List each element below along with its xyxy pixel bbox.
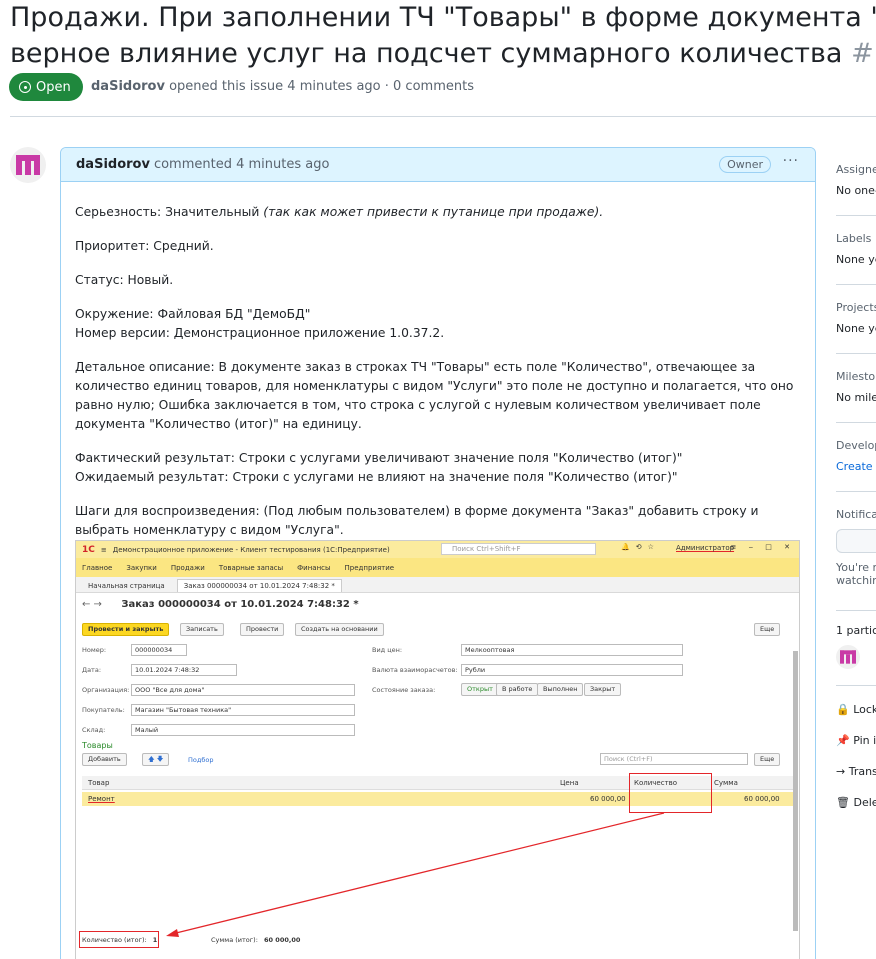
create-branch-link[interactable]: Create a branch [836,460,876,473]
severity-text: Серьезность: Значительный [75,205,264,219]
owner-badge: Owner [719,156,771,173]
transfer-issue[interactable]: → Transfer [836,765,876,778]
issue-number: #1 [851,38,876,69]
lock-icon: 🔒 [836,703,850,716]
issue-title-line2: верное влияние услуг на подсчет суммарно… [10,38,843,69]
milestone-value: No milestone [836,391,876,404]
transfer-label: Transfer [848,765,876,778]
sidebar-divider [836,215,876,216]
red-arrow-icon [166,812,665,937]
labels-heading: Labels [836,232,872,245]
sidebar-projects[interactable]: Projects None yet [836,301,876,335]
issue-opened-icon [19,81,31,93]
steps-text: Шаги для воспроизведения: (Под любым пол… [75,504,759,537]
sidebar-divider [836,610,876,611]
pin-label: Pin issue [853,734,876,747]
status-text: Статус: Новый. [75,273,174,287]
milestone-heading: Milestone [836,370,876,383]
notifications-heading: Notifications [836,508,876,521]
pin-icon: 📌 [836,734,850,747]
total-qty-label: Количество (итог): [82,936,147,944]
lock-label: Lock [853,703,876,716]
kebab-horizontal-icon[interactable]: ··· [783,153,799,169]
issue-sidebar: Assignees No one— Labels None yet Projec… [836,160,876,959]
participants-count: 1 participant [836,624,876,637]
issue-meta-text: opened this issue 4 minutes ago · 0 comm… [169,79,474,94]
sidebar-divider [836,685,876,686]
notifications-note-1: You're not [836,561,876,574]
sidebar-labels[interactable]: Labels None yet [836,232,876,266]
sidebar-divider [836,284,876,285]
avatar-identicon-icon [10,147,46,183]
expected-result-text: Ожидаемый результат: Строки с услугами н… [75,470,678,484]
comment-time[interactable]: commented 4 minutes ago [154,157,329,172]
participant-avatar-icon[interactable] [836,645,860,669]
assignees-heading: Assignees [836,163,876,176]
subscribe-button[interactable] [836,529,876,553]
actual-result-text: Фактический результат: Строки с услугами… [75,451,683,465]
total-sum-label: Сумма (итог): [211,936,258,944]
projects-heading: Projects [836,301,876,314]
scrollbar [793,651,798,931]
pin-issue[interactable]: 📌 Pin issue [836,734,876,747]
arrow-right-icon: → [836,765,846,778]
issue-state-label: Open [36,79,71,95]
sidebar-assignees[interactable]: Assignees No one— [836,163,876,197]
issue-title: Продажи. При заполнении ТЧ "Товары" в фо… [10,0,876,72]
projects-value: None yet [836,322,876,335]
trash-icon: 🗑 [836,796,850,809]
priority-text: Приоритет: Средний. [75,239,214,253]
notifications-note-2: watching [836,574,876,587]
development-heading: Development [836,439,876,452]
issue-author-link[interactable]: daSidorov [91,79,165,94]
total-qty-value: 1 [152,936,158,944]
issue-title-line1: Продажи. При заполнении ТЧ "Товары" в фо… [10,2,876,33]
description-text: Детальное описание: В документе заказ в … [75,360,794,431]
sidebar-divider [836,422,876,423]
header-divider [10,116,876,117]
labels-value: None yet [836,253,876,266]
sidebar-divider [836,353,876,354]
total-sum-value: 60 000,00 [263,936,301,944]
sidebar-participants: 1 participant [836,624,876,672]
comment-header: daSidorov commented 4 minutes ago Owner … [61,148,815,182]
issue-state-badge: Open [9,73,83,101]
totals-row: Количество (итог): 1 [82,936,157,944]
delete-label: Delete [853,796,876,809]
sidebar-divider [836,491,876,492]
severity-note: (так как может привести к путанице при п… [263,205,604,219]
delete-issue[interactable]: 🗑 Delete [836,796,876,809]
environment-text: Окружение: Файловая БД "ДемоБД" [75,307,311,321]
embedded-screenshot[interactable]: 1С ≡ Демонстрационное приложение - Клиен… [75,540,800,959]
comment-body: Серьезность: Значительный (так как может… [61,182,815,540]
version-text: Номер версии: Демонстрационное приложени… [75,326,445,340]
sidebar-milestone[interactable]: Milestone No milestone [836,370,876,404]
assignees-value: No one— [836,184,876,197]
avatar[interactable] [10,147,46,183]
issue-meta: daSidorov opened this issue 4 minutes ag… [91,79,474,94]
sidebar-notifications: Notifications You're not watching [836,508,876,587]
sidebar-development[interactable]: Development Create a branch [836,439,876,473]
comment-author[interactable]: daSidorov [76,157,150,172]
totals-sum: Сумма (итог): 60 000,00 [211,936,300,944]
lock-conversation[interactable]: 🔒 Lock [836,703,876,716]
